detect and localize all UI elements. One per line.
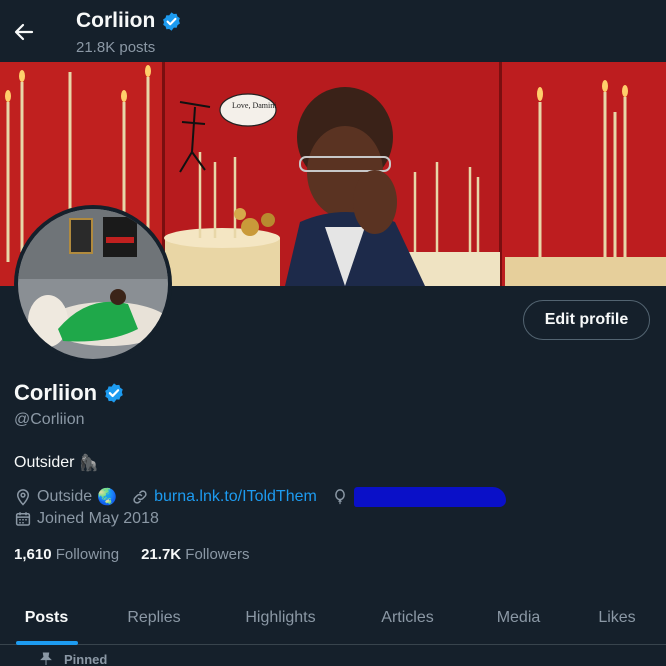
bio-text: Outsider (14, 454, 75, 471)
following-link[interactable]: 1,610 Following (14, 546, 119, 563)
pinned-label: Pinned (64, 651, 108, 666)
globe-emoji-icon: 🌏 (97, 489, 118, 506)
tab-label: Posts (24, 608, 69, 626)
calendar-icon (15, 512, 31, 526)
profile-handle: @Corliion (14, 411, 85, 428)
joined-text: Joined May 2018 (37, 510, 159, 527)
back-arrow-icon (14, 23, 34, 41)
profile-tabs: Posts Replies Highlights Articles Media … (0, 590, 666, 645)
tab-label: Replies (127, 608, 181, 626)
profile-meta: Outside 🌏 burna.lnk.to/IToldThem (14, 487, 520, 507)
redacted-birthday (353, 487, 506, 507)
following-count: 1,610 (14, 546, 52, 563)
followers-count: 21.7K (141, 546, 182, 563)
tab-label: Highlights (245, 608, 316, 626)
joined-item: Joined May 2018 (14, 510, 159, 528)
follow-stats: 1,610 Following 21.7K Followers (14, 546, 249, 563)
tab-label: Media (496, 608, 541, 626)
header-title: Corliion (76, 9, 156, 32)
pinned-indicator: Pinned (38, 651, 107, 666)
location-text: Outside (37, 488, 93, 505)
active-tab-indicator (15, 641, 78, 645)
location-item: Outside 🌏 (14, 487, 117, 507)
following-label: Following (55, 546, 120, 563)
tab-label: Likes (598, 608, 636, 626)
tab-replies[interactable]: Replies (93, 590, 215, 645)
verified-badge-icon (163, 11, 181, 31)
profile-avatar[interactable] (14, 205, 172, 363)
tab-posts[interactable]: Posts (0, 590, 93, 645)
tab-media[interactable]: Media (469, 590, 568, 645)
balloon-icon (334, 489, 345, 505)
tab-likes[interactable]: Likes (568, 590, 666, 645)
verified-badge-icon[interactable] (103, 382, 125, 404)
followers-label: Followers (185, 546, 250, 563)
pin-icon (40, 652, 52, 665)
back-button[interactable] (10, 18, 38, 46)
edit-profile-button[interactable]: Edit profile (523, 300, 650, 340)
top-bar: Corliion 21.8K posts (0, 0, 666, 62)
tab-highlights[interactable]: Highlights (215, 590, 346, 645)
link-icon (133, 490, 147, 504)
post-count: 21.8K posts (76, 39, 156, 56)
profile-bio: Outsider 🦍 (14, 453, 98, 473)
tab-articles[interactable]: Articles (346, 590, 469, 645)
profile-link[interactable]: burna.lnk.to/IToldThem (154, 488, 317, 506)
tab-label: Articles (381, 608, 434, 626)
header-title-row: Corliion (76, 9, 182, 33)
location-pin-icon (16, 489, 30, 506)
avatar-image (18, 209, 168, 359)
followers-link[interactable]: 21.7K Followers (141, 546, 249, 563)
profile-name-row: Corliion (14, 380, 125, 406)
link-item: burna.lnk.to/IToldThem (131, 488, 317, 506)
profile-display-name: Corliion (14, 380, 98, 405)
birthday-item (331, 487, 506, 507)
gorilla-emoji-icon: 🦍 (78, 455, 99, 472)
banner-note-text: Love, Damini (232, 101, 277, 110)
